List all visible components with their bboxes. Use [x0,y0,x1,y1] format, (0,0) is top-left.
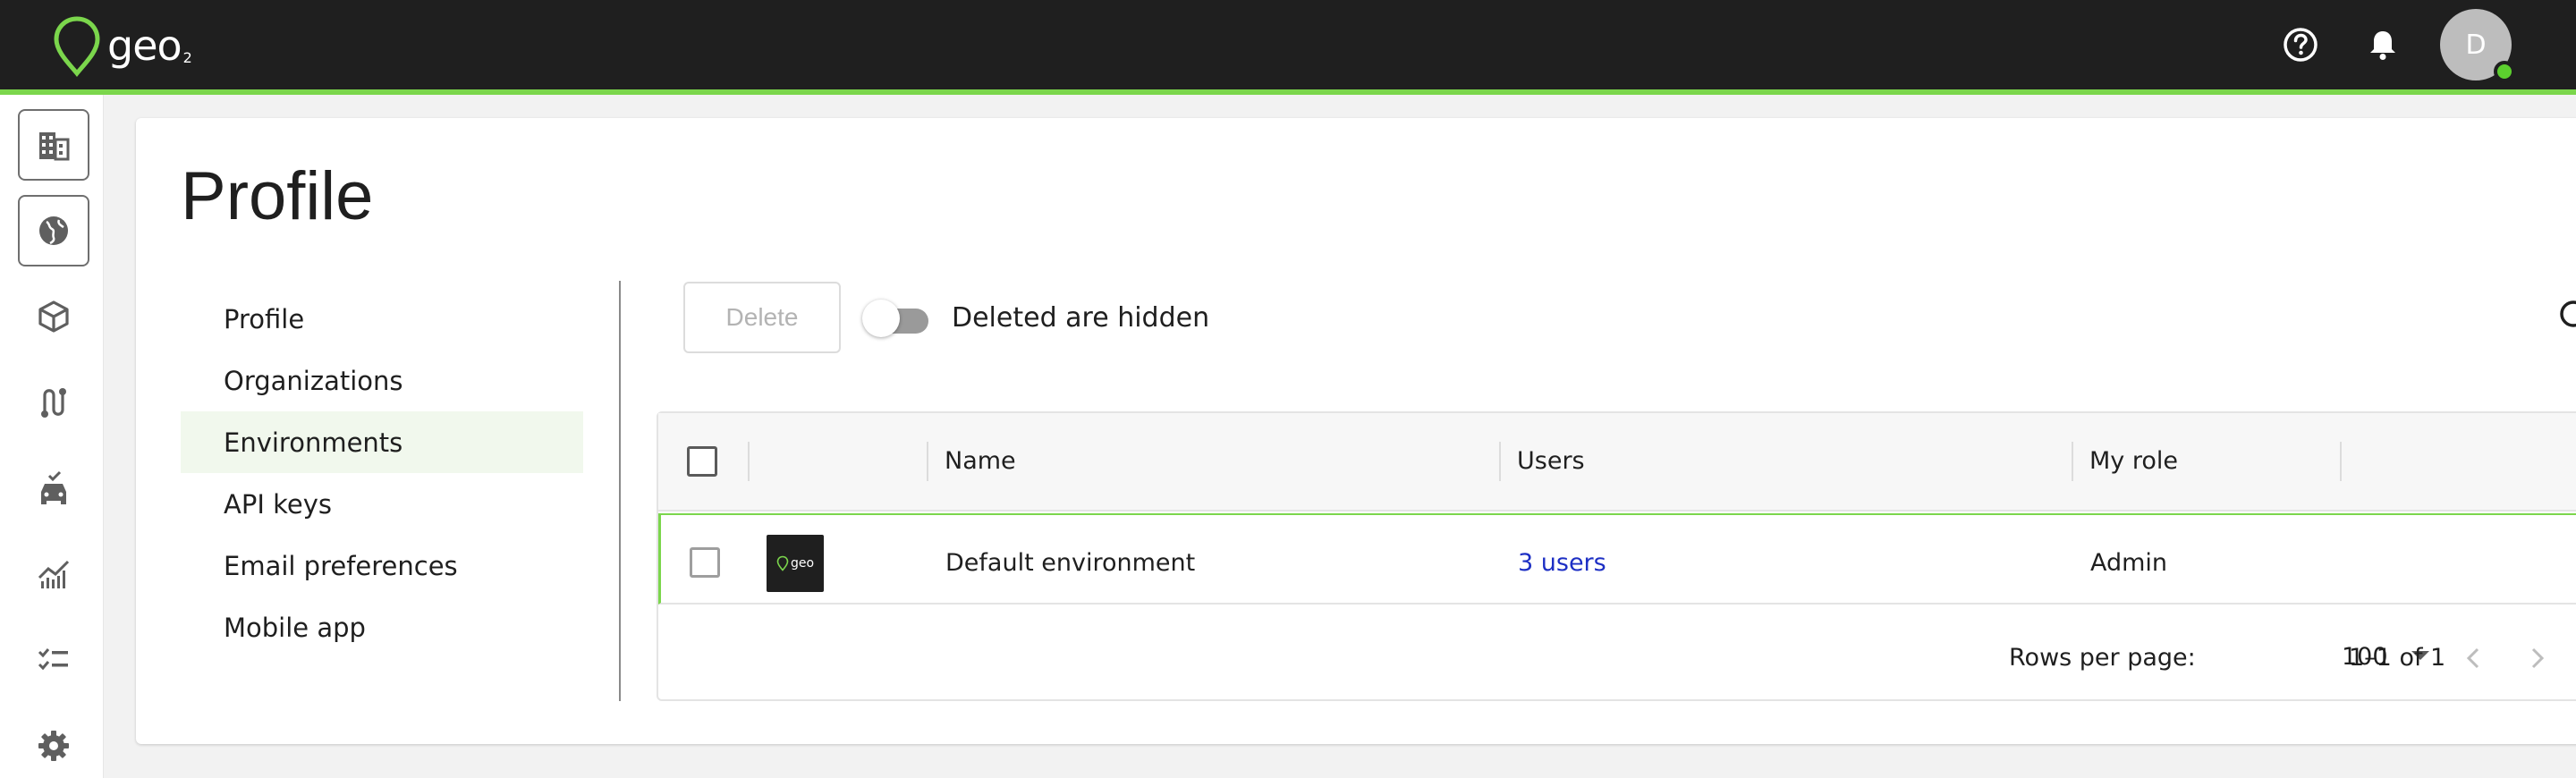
table-header: Name Users My role [658,413,2576,512]
environment-thumbnail: geo [767,535,824,592]
brand-subscript: 2 [182,48,192,66]
users-link[interactable]: 3 users [1518,549,1606,577]
help-icon[interactable] [2281,25,2320,64]
environments-table: Name Users My role geo Default environme… [657,411,2576,701]
deleted-visibility-toggle[interactable] [862,297,934,338]
rows-per-page-label: Rows per page: [2009,644,2196,672]
checklist-icon [38,648,68,671]
previous-page-icon[interactable] [2456,640,2492,676]
rail-item-analytics[interactable] [18,538,89,610]
subnav-divider [619,281,621,701]
gear-icon [38,731,69,761]
column-header-users[interactable]: Users [1517,447,1585,475]
buildings-icon [39,132,70,161]
rail-item-inventory[interactable] [18,281,89,352]
online-status-indicator [2494,61,2515,82]
rail-item-tasks[interactable] [18,624,89,696]
page-title: Profile [181,158,374,234]
next-page-icon[interactable] [2519,640,2555,676]
vehicle-check-icon [41,470,66,504]
deleted-visibility-label: Deleted are hidden [952,302,1210,334]
topbar-accent-line [0,89,2576,95]
search-icon[interactable] [2556,297,2576,336]
analytics-icon [38,560,70,588]
location-pin-thumb-icon [776,555,789,571]
toggle-thumb [862,300,900,337]
app-logo[interactable]: geo 2 [50,14,211,77]
column-separator [2072,442,2073,481]
subnav-item-environments[interactable]: Environments [181,411,583,473]
subnav-item-email-preferences[interactable]: Email preferences [181,535,583,596]
subnav-item-profile[interactable]: Profile [181,288,583,350]
rail-item-settings[interactable] [18,710,89,778]
box-icon [38,300,69,333]
table-row[interactable]: geo Default environment 3 users Admin [658,513,2576,605]
delete-button[interactable]: Delete [683,282,841,353]
rail-item-environments[interactable] [18,195,89,266]
location-pin-logo-icon [54,16,100,77]
bell-icon[interactable] [2363,25,2402,64]
column-separator [1499,442,1501,481]
environment-name: Default environment [945,549,1196,577]
rail-item-vehicles[interactable] [18,452,89,524]
subnav-item-api-keys[interactable]: API keys [181,473,583,535]
row-select-checkbox[interactable] [690,547,720,578]
brand-name: geo [107,21,182,70]
profile-subnav: Profile Organizations Environments API k… [181,288,583,658]
rail-item-organizations[interactable] [18,109,89,181]
my-role-value: Admin [2090,549,2168,577]
select-all-checkbox[interactable] [687,446,717,477]
column-separator [2340,442,2342,481]
subnav-item-mobile-app[interactable]: Mobile app [181,596,583,658]
environment-thumbnail-text: geo [790,556,815,571]
column-header-my-role[interactable]: My role [2089,447,2178,475]
subnav-item-organizations[interactable]: Organizations [181,350,583,411]
profile-card: Profile Profile Organizations Environmen… [136,118,2576,744]
top-app-bar: geo 2 D [0,0,2576,89]
column-separator [927,442,928,481]
globe-icon [39,216,68,245]
column-separator [748,442,750,481]
column-header-name[interactable]: Name [945,447,1016,475]
rail-item-routes[interactable] [18,367,89,438]
left-navigation-rail [0,95,104,778]
pagination-range: 1–1 of 1 [2349,644,2446,672]
route-icon [41,388,66,418]
